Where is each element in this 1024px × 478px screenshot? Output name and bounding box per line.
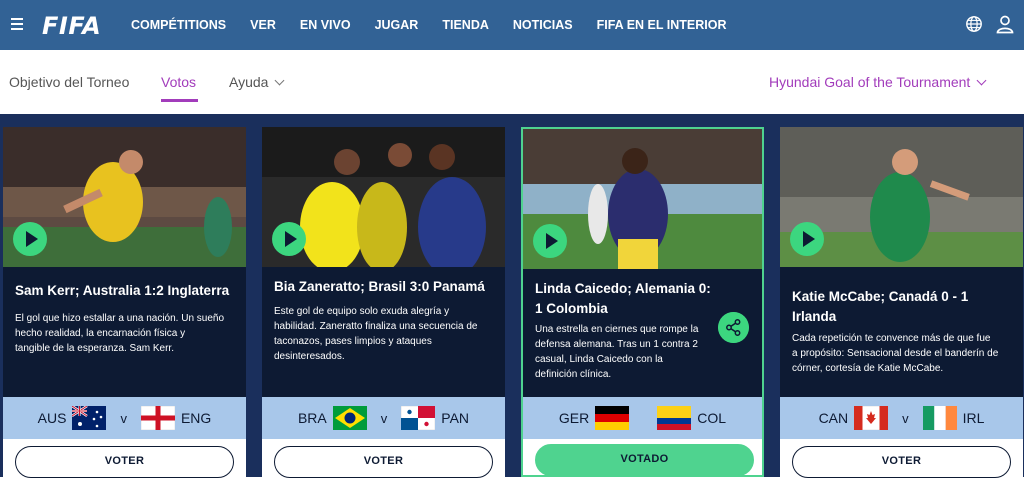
goal-card-mccabe: Katie McCabe; Canadá 0 - 1 Irlanda Cada … (780, 127, 1023, 478)
desc-line: El gol que hizo estallar a una nación. U… (15, 313, 225, 324)
nav-item-jugar[interactable]: JUGAR (375, 18, 419, 32)
main-nav: COMPÉTITIONS VER EN VIVO JUGAR TIENDA NO… (131, 0, 750, 50)
chevron-down-icon (275, 75, 285, 86)
goal-title: Sam Kerr; Australia 1:2 Inglaterra (15, 283, 230, 298)
australia-flag-icon (72, 406, 107, 430)
goal-description: Este gol de equipo solo exuda alegría y … (274, 304, 495, 364)
desc-line: tangible de la esperanza. Sam Kerr. (15, 343, 174, 354)
match-bar: BRA v PAN (262, 397, 505, 439)
goal-title: Katie McCabe; Canadá 0 - 1 Irlanda (792, 287, 968, 327)
desc-line: Una estrella en ciernes que rompe la (535, 324, 699, 335)
title-line: 1 Colombia (535, 301, 608, 316)
nav-item-fifa-inside[interactable]: FIFA EN EL INTERIOR (597, 18, 727, 32)
nav-item-ver[interactable]: VER (250, 18, 276, 32)
colombia-flag-icon (657, 406, 692, 430)
germany-flag-icon (595, 406, 630, 430)
title-line: Irlanda (792, 309, 837, 324)
goal-card-zaneratto: Bia Zaneratto; Brasil 3:0 Panamá Este go… (262, 127, 505, 478)
goal-photo[interactable] (262, 127, 505, 267)
desc-line: definición clínica. (535, 369, 612, 380)
goal-title: Bia Zaneratto; Brasil 3:0 Panamá (274, 279, 485, 294)
goal-title: Linda Caicedo; Alemania 0: 1 Colombia (535, 279, 711, 319)
menu-icon[interactable] (11, 18, 23, 30)
away-team: ENG (180, 410, 212, 426)
desc-line: habilidad. Zaneratto finaliza una secuen… (274, 321, 478, 332)
play-icon[interactable] (533, 224, 567, 258)
chevron-down-icon (976, 75, 987, 86)
desc-line: taconazos, pases limpios y ataques (274, 336, 432, 347)
goal-photo[interactable] (780, 127, 1023, 267)
goal-info: Sam Kerr; Australia 1:2 Inglaterra El go… (3, 267, 246, 397)
goal-description: Una estrella en ciernes que rompe la def… (535, 322, 722, 382)
goal-tournament-label: Hyundai Goal of the Tournament (769, 74, 971, 90)
goal-info: Katie McCabe; Canadá 0 - 1 Irlanda Cada … (780, 267, 1023, 397)
voted-button[interactable]: VOTADO (535, 444, 754, 476)
desc-line: casual, Linda Caicedo con la (535, 354, 663, 365)
goal-tournament-selector[interactable]: Hyundai Goal of the Tournament (769, 74, 987, 90)
play-icon[interactable] (790, 222, 824, 256)
top-navigation: FIFA COMPÉTITIONS VER EN VIVO JUGAR TIEN… (0, 0, 1024, 50)
goal-card-kerr: Sam Kerr; Australia 1:2 Inglaterra El go… (3, 127, 246, 478)
versus-label: v (902, 410, 909, 426)
share-icon[interactable] (718, 312, 749, 343)
tab-votos[interactable]: Votos (161, 74, 196, 90)
nav-item-tienda[interactable]: TIENDA (442, 18, 489, 32)
desc-line: Este gol de equipo solo exuda alegría y (274, 306, 450, 317)
away-team: COL (697, 410, 727, 426)
away-team: PAN (441, 410, 470, 426)
match-bar: GER COL (523, 397, 762, 439)
ireland-flag-icon (922, 406, 957, 430)
title-line: Katie McCabe; Canadá 0 - 1 (792, 289, 969, 304)
vote-button[interactable]: VOTER (274, 446, 493, 478)
vote-button[interactable]: VOTER (792, 446, 1011, 478)
sub-navigation: Objetivo del Torneo Votos Ayuda Hyundai … (0, 50, 1024, 114)
versus-label: v (120, 410, 127, 426)
tab-ayuda-label: Ayuda (229, 74, 269, 90)
home-team: AUS (37, 410, 67, 426)
goal-description: El gol que hizo estallar a una nación. U… (15, 311, 236, 356)
globe-icon[interactable] (965, 15, 983, 33)
away-team: IRL (962, 410, 985, 426)
goal-description: Cada repetición te convence más de que f… (792, 331, 1013, 376)
desc-line: a propósito: Sensacional desde el bander… (792, 348, 999, 359)
vote-button[interactable]: VOTER (15, 446, 234, 478)
nav-item-en-vivo[interactable]: EN VIVO (300, 18, 351, 32)
play-icon[interactable] (272, 222, 306, 256)
active-tab-indicator (161, 99, 198, 102)
panama-flag-icon (401, 406, 436, 430)
tab-ayuda[interactable]: Ayuda (229, 74, 285, 90)
desc-line: Cada repetición te convence más de que f… (792, 333, 991, 344)
home-team: BRA (297, 410, 327, 426)
tab-objetivo[interactable]: Objetivo del Torneo (9, 74, 129, 90)
desc-line: defensa alemana. Tras un 1 contra 2 (535, 339, 698, 350)
goal-info: Bia Zaneratto; Brasil 3:0 Panamá Este go… (262, 267, 505, 397)
title-line: Linda Caicedo; Alemania 0: (535, 281, 711, 296)
goal-card-caicedo: Linda Caicedo; Alemania 0: 1 Colombia Un… (521, 127, 764, 477)
nav-item-competitions[interactable]: COMPÉTITIONS (131, 18, 226, 32)
goal-photo[interactable] (523, 129, 762, 269)
home-team: GER (558, 410, 590, 426)
fifa-logo[interactable]: FIFA (42, 12, 101, 40)
goal-photo[interactable] (3, 127, 246, 267)
nav-item-noticias[interactable]: NOTICIAS (513, 18, 573, 32)
versus-label: v (380, 410, 388, 426)
match-bar: CAN v IRL (780, 397, 1023, 439)
home-team: CAN (818, 410, 849, 426)
brazil-flag-icon (332, 406, 367, 430)
play-icon[interactable] (13, 222, 47, 256)
canada-flag-icon (854, 406, 889, 430)
user-icon[interactable] (995, 14, 1015, 34)
desc-line: desinteresados. (274, 351, 345, 362)
desc-line: hecho realidad, la encarnación física y (15, 328, 186, 339)
desc-line: córner, cortesía de Katie McCabe. (792, 363, 944, 374)
match-bar: AUS v ENG (3, 397, 246, 439)
england-flag-icon (140, 406, 175, 430)
